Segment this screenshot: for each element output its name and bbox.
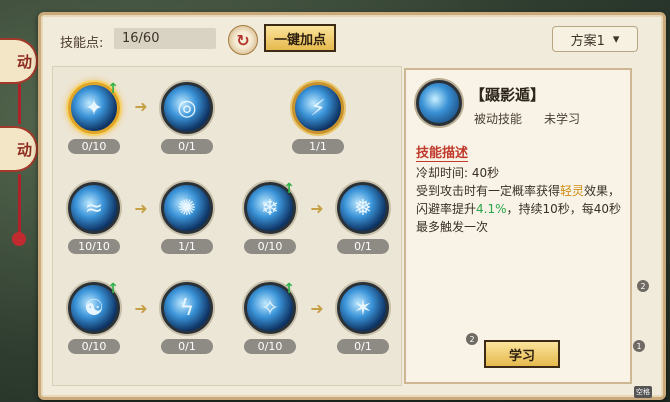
skill-icon: ✺ — [161, 182, 213, 234]
description-heading: 技能描述 — [416, 142, 469, 162]
skill-node-9[interactable]: ϟ 0/1 — [157, 282, 217, 354]
chevron-down-icon: ▾ — [612, 31, 620, 47]
skill-icon: ϟ — [161, 282, 213, 334]
skill-node-8[interactable]: ☯ ↑ 0/10 — [64, 281, 124, 354]
skill-level: 0/10 — [244, 339, 296, 354]
skill-level: 0/1 — [161, 139, 213, 154]
learn-button[interactable]: 学习 — [484, 340, 560, 368]
skill-level: 0/1 — [337, 239, 389, 254]
upgrade-arrow-icon: ↑ — [283, 281, 295, 297]
skill-points-label: 技能点: — [60, 36, 104, 51]
skill-icon: ⚡ — [292, 82, 344, 134]
skill-detail-panel: 【蹑影遁】 被动技能 未学习 技能描述 冷却时间: 40秒 受到攻击时有一定概率… — [404, 68, 632, 384]
skill-level: 0/10 — [68, 339, 120, 354]
skill-level: 0/1 — [161, 339, 213, 354]
skill-icon: ✶ — [337, 282, 389, 334]
skill-level: 0/10 — [68, 139, 120, 154]
dodge-value: 4.1% — [476, 202, 507, 216]
skill-level: 10/10 — [68, 239, 120, 254]
skill-points-value: 16/60 — [114, 28, 216, 49]
skill-node-11[interactable]: ✶ 0/1 — [333, 282, 393, 354]
skill-node-6[interactable]: ❄ ↑ 0/10 — [240, 181, 300, 254]
skill-name: 【蹑影遁】 — [470, 86, 546, 104]
skill-icon: ❄ ↑ — [244, 181, 296, 234]
skill-node-7[interactable]: ❅ 0/1 — [333, 182, 393, 254]
skill-node-10[interactable]: ✧ ↑ 0/10 — [240, 281, 300, 354]
skill-node-3[interactable]: ⚡ 1/1 — [288, 82, 348, 154]
side-tab-activity-2[interactable]: 动 — [0, 126, 38, 172]
tassel-decoration — [18, 84, 21, 124]
hotkey-marker: 2 — [637, 280, 649, 292]
refresh-icon: ↻ — [236, 30, 250, 50]
skill-icon: ◎ — [161, 82, 213, 134]
buff-name: 轻灵 — [560, 184, 585, 198]
skill-icon: ✧ ↑ — [244, 281, 296, 334]
cooldown-text: 冷却时间: 40秒 — [416, 166, 500, 180]
arrow-right-icon: ➜ — [134, 97, 148, 116]
quick-add-points-button[interactable]: 一键加点 — [264, 24, 336, 52]
arrow-right-icon: ➜ — [310, 299, 324, 318]
plan-select-label: 方案1 — [570, 33, 605, 49]
hotkey-marker: 2 — [466, 333, 478, 345]
hotkey-marker: 1 — [633, 340, 645, 352]
skill-level: 1/1 — [161, 239, 213, 254]
skill-icon: ❅ — [337, 182, 389, 234]
skill-node-1[interactable]: ✦ ↑ 0/10 — [64, 81, 124, 154]
skill-icon: ≈ — [68, 182, 120, 234]
skill-status: 未学习 — [544, 112, 581, 126]
side-tab-activity-1[interactable]: 动 — [0, 38, 38, 84]
tassel-knot — [12, 232, 26, 246]
plan-select[interactable]: 方案1 ▾ — [552, 26, 638, 52]
upgrade-arrow-icon: ↑ — [107, 281, 119, 297]
arrow-right-icon: ➜ — [134, 299, 148, 318]
skill-node-5[interactable]: ✺ 1/1 — [157, 182, 217, 254]
reset-points-button[interactable]: ↻ — [228, 25, 258, 55]
arrow-right-icon: ➜ — [134, 199, 148, 218]
selected-skill-icon — [416, 80, 462, 126]
hotkey-tag: 空格 — [634, 386, 652, 398]
skill-level: 1/1 — [292, 139, 344, 154]
arrow-right-icon: ➜ — [310, 199, 324, 218]
skill-level: 0/1 — [337, 339, 389, 354]
skill-level: 0/10 — [244, 239, 296, 254]
upgrade-arrow-icon: ↑ — [283, 181, 295, 197]
skill-type: 被动技能 — [474, 112, 523, 126]
skill-node-4[interactable]: ≈ 10/10 — [64, 182, 124, 254]
skill-icon: ✦ ↑ — [68, 81, 120, 134]
skill-node-2[interactable]: ◎ 0/1 — [157, 82, 217, 154]
upgrade-arrow-icon: ↑ — [107, 81, 119, 97]
skill-icon: ☯ ↑ — [68, 281, 120, 334]
skill-description: 受到攻击时有一定概率获得轻灵效果，闪避率提升4.1%，持续10秒，每40秒最多触… — [416, 184, 622, 234]
